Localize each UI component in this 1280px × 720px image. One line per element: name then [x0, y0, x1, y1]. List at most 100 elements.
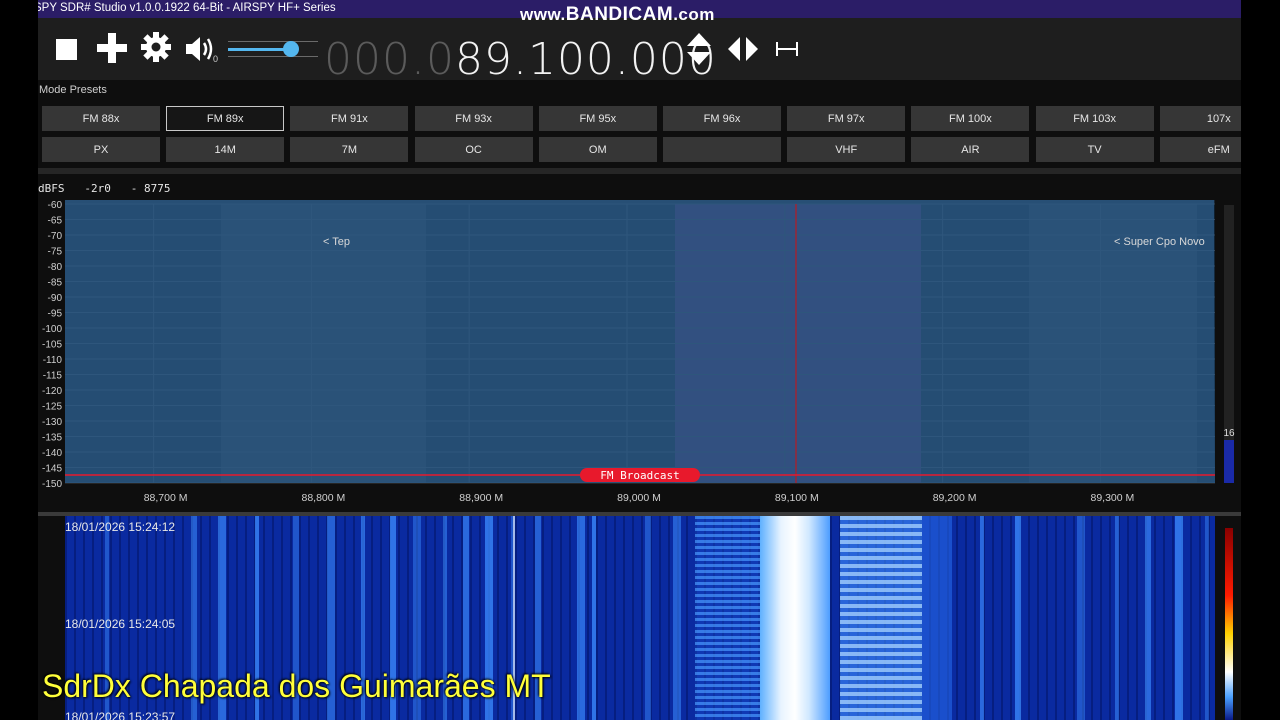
- preset-button[interactable]: OC: [414, 137, 533, 162]
- volume-knob[interactable]: [283, 41, 299, 57]
- volume-slider[interactable]: [228, 36, 318, 62]
- frequency-display[interactable]: 000.089.100.000: [324, 38, 717, 82]
- preset-button[interactable]: FM 100x: [911, 106, 1030, 131]
- y-tick-label: -95: [48, 309, 63, 320]
- add-icon[interactable]: [97, 33, 127, 63]
- preset-button[interactable]: FM 96x: [663, 106, 781, 131]
- waterfall-signal-trace: [577, 516, 585, 720]
- waterfall-signal-trace: [1064, 516, 1066, 720]
- waterfall-signal-trace: [1172, 516, 1174, 720]
- y-tick-label: -60: [48, 200, 63, 211]
- waterfall-signal-trace: [673, 516, 681, 720]
- preset-button[interactable]: eFM: [1159, 137, 1241, 162]
- volume-fill: [228, 48, 291, 51]
- preset-button[interactable]: FM 89x: [166, 106, 285, 131]
- right-letterbox: [1241, 0, 1280, 720]
- frequency-leading-digits: 000.0: [324, 34, 455, 85]
- waterfall-signal-trace: [623, 516, 625, 720]
- preset-button[interactable]: FM 97x: [787, 106, 906, 131]
- preset-button[interactable]: OM: [538, 137, 657, 162]
- waterfall-signal-trace: [965, 516, 967, 720]
- y-tick-label: -105: [42, 340, 62, 351]
- waterfall-signal-trace: [1205, 516, 1209, 720]
- waterfall-timestamp: 18/01/2026 15:23:57: [65, 710, 176, 720]
- preset-button[interactable]: [663, 137, 781, 162]
- waterfall-signal-trace: [1163, 516, 1165, 720]
- waterfall-signal-trace: [1073, 516, 1075, 720]
- waterfall-signal-trace: [1154, 516, 1156, 720]
- waterfall-signal-trace: [974, 516, 976, 720]
- waterfall-signal-trace: [956, 516, 958, 720]
- waterfall-signal-trace: [1136, 516, 1138, 720]
- spectrum-unit: dBFS: [38, 182, 65, 195]
- preset-button[interactable]: 7M: [290, 137, 409, 162]
- waterfall-signal-trace: [840, 516, 922, 720]
- waterfall-signal-trace: [695, 516, 765, 720]
- waterfall-signal-trace: [1199, 516, 1201, 720]
- spectrum-header: dBFS -2r0 - 8775: [38, 182, 170, 195]
- preset-button[interactable]: FM 103x: [1035, 106, 1154, 131]
- stop-icon[interactable]: [56, 39, 77, 60]
- waterfall-signal-trace: [760, 516, 830, 720]
- waterfall-signal-trace: [1100, 516, 1102, 720]
- x-tick-label: 89,200 M: [933, 492, 977, 504]
- x-tick-label: 89,300 M: [1091, 492, 1135, 504]
- y-tick-label: -135: [42, 433, 62, 444]
- preset-button[interactable]: PX: [42, 137, 160, 162]
- waterfall-signal-trace: [596, 516, 598, 720]
- waterfall-signal-trace: [614, 516, 616, 720]
- waterfall-signal-trace: [569, 516, 571, 720]
- span-icon[interactable]: [775, 40, 799, 58]
- waterfall-signal-trace: [551, 516, 553, 720]
- y-tick-label: -100: [42, 324, 62, 335]
- x-tick-label: 88,800 M: [302, 492, 346, 504]
- waterfall-signal-trace: [1077, 516, 1085, 720]
- x-tick-label: 89,000 M: [617, 492, 661, 504]
- y-tick-label: -65: [48, 216, 63, 227]
- preset-button[interactable]: FM 93x: [414, 106, 533, 131]
- y-tick-label: -145: [42, 464, 62, 475]
- bandicam-watermark: www.BANDICAM.com: [520, 4, 715, 26]
- waterfall-signal-trace: [1001, 516, 1003, 720]
- preset-button[interactable]: TV: [1035, 137, 1154, 162]
- y-tick-label: -125: [42, 402, 62, 413]
- preset-button[interactable]: 14M: [166, 137, 285, 162]
- waterfall-timestamp: 18/01/2026 15:24:12: [65, 520, 176, 534]
- preset-button[interactable]: FM 95x: [538, 106, 657, 131]
- y-tick-label: -85: [48, 278, 63, 289]
- waterfall-signal-trace: [1055, 516, 1057, 720]
- waterfall-signal-trace: [605, 516, 607, 720]
- waterfall-signal-trace: [830, 516, 832, 720]
- video-caption: SdrDx Chapada dos Guimarães MT: [42, 668, 551, 704]
- waterfall-timestamp: 18/01/2026 15:24:05: [65, 617, 176, 631]
- window-title: SPY SDR# Studio v1.0.0.1922 64-Bit - AIR…: [38, 2, 336, 14]
- step-left-right-icon[interactable]: [727, 36, 759, 62]
- level-meter-fill: [1224, 440, 1234, 483]
- x-tick-label: 88,700 M: [144, 492, 188, 504]
- waterfall-signal-trace: [1046, 516, 1048, 720]
- panel-divider: [38, 168, 1241, 174]
- y-tick-label: -150: [42, 479, 62, 490]
- speaker-icon[interactable]: [183, 32, 217, 66]
- preset-button[interactable]: FM 91x: [290, 106, 409, 131]
- waterfall-signal-trace: [1010, 516, 1012, 720]
- x-tick-label: 89,100 M: [775, 492, 819, 504]
- spectrum-stats: -2r0 - 8775: [84, 182, 171, 195]
- y-tick-label: -90: [48, 293, 63, 304]
- preset-button[interactable]: VHF: [787, 137, 906, 162]
- preset-button[interactable]: 107x: [1159, 106, 1241, 131]
- mode-presets-label: Mode Presets: [39, 84, 107, 96]
- bookmark-label: < Tep: [323, 236, 350, 248]
- waterfall-signal-trace: [592, 516, 596, 720]
- y-tick-label: -120: [42, 386, 62, 397]
- toolbar: 0 000.089.100.000: [38, 18, 1241, 82]
- level-meter-value: 16: [1223, 428, 1235, 439]
- spectrum-analyzer[interactable]: -60 -65 -70 -75 -80 -85 -90 -95 -100 -105 -110 -115…: [38, 200, 1241, 512]
- spectrum-fill: [65, 200, 1215, 483]
- preset-button[interactable]: AIR: [911, 137, 1030, 162]
- waterfall-signal-trace: [686, 516, 688, 720]
- preset-button[interactable]: FM 88x: [42, 106, 160, 131]
- band-plan-label: FM Broadcast: [600, 469, 679, 482]
- tune-up-down-icon[interactable]: [686, 32, 712, 66]
- gear-icon[interactable]: [140, 31, 172, 63]
